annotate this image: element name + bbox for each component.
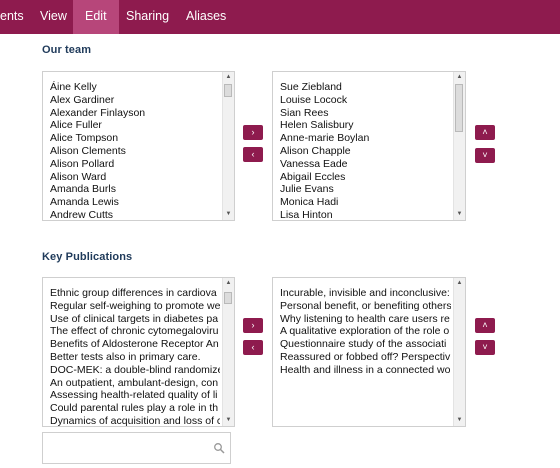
team-selected-item[interactable]: Monica Hadi	[280, 196, 451, 209]
publication-selected-item[interactable]: Health and illness in a connected wo	[280, 364, 451, 377]
publication-selected-item[interactable]: Why listening to health care users re	[280, 313, 451, 326]
publication-selected-item[interactable]: Personal benefit, or benefiting others	[280, 300, 451, 313]
publications-section-title: Key Publications	[42, 251, 133, 263]
team-available-item[interactable]: Alex Gardiner	[50, 94, 220, 107]
publication-search-box	[42, 432, 231, 464]
publications-move-up-button[interactable]: ˄	[475, 318, 495, 333]
publication-selected-item[interactable]: Reassured or fobbed off? Perspectiv	[280, 351, 451, 364]
publications-add-button[interactable]: ›	[243, 318, 263, 333]
publication-available-item[interactable]: The effect of chronic cytomegaloviru	[50, 325, 220, 338]
tab-aliases[interactable]: Aliases	[174, 0, 238, 34]
scroll-up-icon[interactable]: ▲	[454, 278, 465, 289]
publications-move-down-button[interactable]: ˅	[475, 340, 495, 355]
team-available-item[interactable]: Alice Fuller	[50, 119, 220, 132]
team-add-button[interactable]: ›	[243, 125, 263, 140]
publication-available-item[interactable]: Regular self-weighing to promote we	[50, 300, 220, 313]
team-selected-list[interactable]: Sue Ziebland Louise Locock Sian Rees Helen …	[272, 71, 466, 221]
team-section-title: Our team	[42, 44, 92, 56]
publication-available-item[interactable]: Ethnic group differences in cardiova	[50, 287, 220, 300]
publication-selected-item[interactable]: Incurable, invisible and inconclusive:	[280, 287, 451, 300]
team-available-item[interactable]: Alice Tompson	[50, 132, 220, 145]
team-available-item[interactable]: Alison Ward	[50, 171, 220, 184]
team-selected-item[interactable]: Louise Locock	[280, 94, 451, 107]
team-available-item[interactable]: Amanda Burls	[50, 183, 220, 196]
team-move-up-button[interactable]: ˄	[475, 125, 495, 140]
top-nav: ents View Edit Sharing Aliases	[0, 0, 560, 34]
publications-selected-items: Incurable, invisible and inconclusive: Pe…	[280, 287, 451, 426]
publications-remove-button[interactable]: ‹	[243, 340, 263, 355]
team-available-item[interactable]: Alison Clements	[50, 145, 220, 158]
publication-selected-item[interactable]: A qualitative exploration of the role o	[280, 325, 451, 338]
publications-available-list[interactable]: Ethnic group differences in cardiova Regu…	[42, 277, 235, 427]
team-available-list[interactable]: Áine Kelly Alex Gardiner Alexander Finlays…	[42, 71, 235, 221]
scroll-up-icon[interactable]: ▲	[223, 278, 234, 289]
scroll-down-icon[interactable]: ▼	[454, 209, 465, 220]
team-selected-item[interactable]: Anne-marie Boylan	[280, 132, 451, 145]
publication-available-item[interactable]: Dynamics of acquisition and loss of c	[50, 415, 220, 426]
team-available-item[interactable]: Amanda Lewis	[50, 196, 220, 209]
scroll-down-icon[interactable]: ▼	[223, 209, 234, 220]
team-available-items: Áine Kelly Alex Gardiner Alexander Finlays…	[50, 81, 220, 220]
publications-selected-list[interactable]: Incurable, invisible and inconclusive: Pe…	[272, 277, 466, 427]
search-input[interactable]	[47, 437, 211, 461]
scroll-down-icon[interactable]: ▼	[454, 415, 465, 426]
publication-available-item[interactable]: Better tests also in primary care.	[50, 351, 220, 364]
publications-available-items: Ethnic group differences in cardiova Regu…	[50, 287, 220, 426]
tab-view[interactable]: View	[28, 0, 79, 34]
publications-selected-scrollbar[interactable]: ▲ ▼	[453, 278, 465, 426]
publication-available-item[interactable]: Assessing health-related quality of li	[50, 389, 220, 402]
team-selected-item[interactable]: Alison Chapple	[280, 145, 451, 158]
team-move-down-button[interactable]: ˅	[475, 148, 495, 163]
team-selected-item[interactable]: Sue Ziebland	[280, 81, 451, 94]
publication-available-item[interactable]: Use of clinical targets in diabetes pa	[50, 313, 220, 326]
publications-available-scrollbar[interactable]: ▲ ▼	[222, 278, 234, 426]
team-available-item[interactable]: Alexander Finlayson	[50, 107, 220, 120]
publication-available-item[interactable]: DOC-MEK: a double-blind randomize	[50, 364, 220, 377]
team-selected-item[interactable]: Sian Rees	[280, 107, 451, 120]
scroll-down-icon[interactable]: ▼	[223, 415, 234, 426]
team-selected-scrollbar[interactable]: ▲ ▼	[453, 72, 465, 220]
publication-available-item[interactable]: Benefits of Aldosterone Receptor An	[50, 338, 220, 351]
tab-edit[interactable]: Edit	[73, 0, 119, 34]
team-remove-button[interactable]: ‹	[243, 147, 263, 162]
team-available-item[interactable]: Alison Pollard	[50, 158, 220, 171]
team-available-scrollbar[interactable]: ▲ ▼	[222, 72, 234, 220]
scroll-thumb[interactable]	[455, 84, 463, 132]
publication-available-item[interactable]: An outpatient, ambulant-design, con	[50, 377, 220, 390]
team-selected-item[interactable]: Julie Evans	[280, 183, 451, 196]
scroll-thumb[interactable]	[224, 84, 232, 97]
search-icon[interactable]	[213, 442, 225, 454]
scroll-up-icon[interactable]: ▲	[223, 72, 234, 83]
scroll-up-icon[interactable]: ▲	[454, 72, 465, 83]
tab-sharing[interactable]: Sharing	[114, 0, 181, 34]
team-selected-item[interactable]: Lisa Hinton	[280, 209, 451, 220]
team-selected-item[interactable]: Helen Salisbury	[280, 119, 451, 132]
team-available-item[interactable]: Andrew Cutts	[50, 209, 220, 220]
team-selected-item[interactable]: Vanessa Eade	[280, 158, 451, 171]
team-selected-items: Sue Ziebland Louise Locock Sian Rees Helen …	[280, 81, 451, 220]
team-selected-item[interactable]: Abigail Eccles	[280, 171, 451, 184]
scroll-thumb[interactable]	[224, 292, 232, 304]
publication-available-item[interactable]: Could parental rules play a role in th	[50, 402, 220, 415]
team-available-item[interactable]: Áine Kelly	[50, 81, 220, 94]
publication-selected-item[interactable]: Questionnaire study of the associati	[280, 338, 451, 351]
